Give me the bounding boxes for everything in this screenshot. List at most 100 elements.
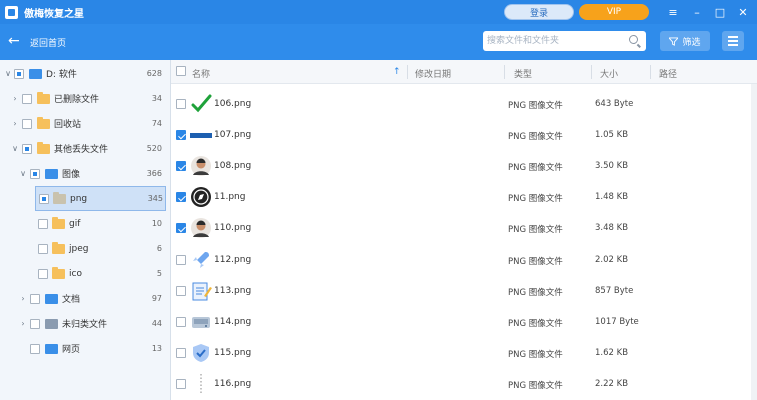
- folder-icon: [52, 216, 65, 229]
- table-row[interactable]: 106.png PNG 图像文件 643 Byte: [171, 89, 757, 120]
- sidebar-item-count: 44: [151, 319, 162, 328]
- file-size: 3.50 KB: [595, 161, 629, 172]
- row-checkbox[interactable]: [176, 378, 186, 389]
- file-name: 113.png: [214, 285, 252, 296]
- table-row[interactable]: 114.png PNG 图像文件 1017 Byte: [171, 307, 757, 338]
- sidebar-item-label: 其他丢失文件: [54, 145, 109, 155]
- checkbox[interactable]: [22, 93, 32, 104]
- sidebar-item-count: 520: [146, 144, 162, 153]
- checkbox[interactable]: [22, 118, 32, 129]
- column-header-name[interactable]: 名称: [192, 67, 210, 80]
- table-row[interactable]: 108.png PNG 图像文件 3.50 KB: [171, 151, 757, 182]
- close-icon[interactable]: ✕: [734, 3, 752, 21]
- sidebar-item-unclassified[interactable]: › 未归类文件 44: [0, 311, 170, 336]
- folder-icon: [37, 141, 50, 154]
- sidebar-item-other-lost[interactable]: ∨ 其他丢失文件 520: [0, 136, 170, 161]
- sidebar-item-ico[interactable]: ico 5: [0, 261, 170, 286]
- file-type: PNG 图像文件: [508, 287, 563, 298]
- back-to-home-link[interactable]: 返回首页: [30, 36, 66, 49]
- sidebar-item-webpages[interactable]: 网页 13: [0, 336, 170, 361]
- column-divider: [650, 65, 651, 79]
- select-all-checkbox[interactable]: [176, 66, 186, 76]
- checkbox[interactable]: [30, 343, 40, 354]
- table-row[interactable]: 113.png PNG 图像文件 857 Byte: [171, 276, 757, 307]
- column-header-type[interactable]: 类型: [514, 67, 532, 80]
- checkbox[interactable]: [22, 143, 32, 154]
- row-checkbox[interactable]: [176, 316, 186, 327]
- search-icon[interactable]: [629, 35, 638, 44]
- file-size: 857 Byte: [595, 285, 634, 296]
- chevron-right-icon[interactable]: ›: [19, 319, 27, 328]
- checkbox[interactable]: [14, 68, 24, 79]
- row-checkbox[interactable]: [176, 99, 186, 109]
- file-type: PNG 图像文件: [508, 132, 563, 143]
- chevron-right-icon[interactable]: ›: [11, 119, 19, 128]
- toolbar: ← 返回首页 筛选: [0, 24, 757, 60]
- chevron-right-icon[interactable]: ›: [19, 294, 27, 303]
- document-icon: [45, 293, 58, 304]
- file-size: 1.62 KB: [595, 347, 629, 358]
- green-check-icon: [190, 93, 212, 115]
- sidebar-item-label: gif: [69, 218, 81, 229]
- checkbox[interactable]: [38, 218, 48, 229]
- row-checkbox[interactable]: [176, 130, 186, 141]
- filter-icon: [669, 36, 679, 46]
- row-checkbox[interactable]: [176, 223, 186, 234]
- sidebar-item-images[interactable]: ∨ 图像 366: [0, 161, 170, 186]
- row-checkbox[interactable]: [176, 285, 186, 296]
- hamburger-menu-button[interactable]: [722, 31, 744, 51]
- row-checkbox[interactable]: [176, 254, 186, 265]
- folder-icon: [52, 266, 65, 279]
- checkbox[interactable]: [30, 293, 40, 304]
- table-header: 名称 ↑ 修改日期 类型 大小 路径: [171, 60, 757, 84]
- checkbox[interactable]: [30, 318, 40, 329]
- sidebar-item-count: 34: [151, 94, 162, 103]
- table-row[interactable]: 107.png PNG 图像文件 1.05 KB: [171, 120, 757, 151]
- chevron-down-icon[interactable]: ∨: [11, 144, 19, 153]
- sidebar-item-png[interactable]: png 345: [35, 186, 166, 211]
- sidebar-item-count: 366: [146, 169, 162, 178]
- table-row[interactable]: 112.png PNG 图像文件 2.02 KB: [171, 245, 757, 276]
- checkbox[interactable]: [39, 193, 49, 204]
- checkbox[interactable]: [38, 243, 48, 254]
- table-row[interactable]: 110.png PNG 图像文件 3.48 KB: [171, 213, 757, 244]
- sidebar-item-recycle-bin[interactable]: › 回收站 74: [0, 111, 170, 136]
- column-divider: [591, 65, 592, 79]
- table-row[interactable]: 11.png PNG 图像文件 1.48 KB: [171, 182, 757, 213]
- checkbox[interactable]: [30, 168, 40, 179]
- unclassified-icon: [45, 318, 58, 329]
- sidebar-item-drive[interactable]: ∨ D: 软件 628: [0, 61, 170, 86]
- sidebar-item-deleted[interactable]: › 已删除文件 34: [0, 86, 170, 111]
- sort-ascending-icon[interactable]: ↑: [393, 67, 401, 77]
- sidebar-item-jpeg[interactable]: jpeg 6: [0, 236, 170, 261]
- chevron-right-icon[interactable]: ›: [11, 94, 19, 103]
- sidebar-item-count: 74: [151, 119, 162, 128]
- file-type: PNG 图像文件: [508, 318, 563, 329]
- maximize-icon[interactable]: □: [711, 3, 729, 21]
- sidebar-item-gif[interactable]: gif 10: [0, 211, 170, 236]
- checkbox[interactable]: [38, 268, 48, 279]
- file-name: 108.png: [214, 161, 252, 172]
- row-checkbox[interactable]: [176, 192, 186, 203]
- chevron-down-icon[interactable]: ∨: [4, 69, 12, 78]
- row-checkbox[interactable]: [176, 347, 186, 358]
- vip-button[interactable]: VIP: [579, 4, 649, 20]
- minimize-icon[interactable]: –: [688, 3, 706, 21]
- chevron-down-icon[interactable]: ∨: [19, 169, 27, 178]
- column-header-path[interactable]: 路径: [659, 67, 677, 80]
- column-header-modified[interactable]: 修改日期: [415, 67, 451, 80]
- app-title: 傲梅恢复之星: [24, 8, 84, 20]
- table-row[interactable]: 116.png PNG 图像文件 2.22 KB: [171, 369, 757, 400]
- column-header-size[interactable]: 大小: [600, 67, 618, 80]
- dotted-line-icon: [190, 373, 212, 395]
- back-arrow-icon[interactable]: ←: [8, 33, 20, 49]
- vertical-scrollbar[interactable]: [751, 84, 757, 400]
- sidebar-item-documents[interactable]: › 文档 97: [0, 286, 170, 311]
- row-checkbox[interactable]: [176, 161, 186, 172]
- filter-button[interactable]: 筛选: [660, 31, 710, 51]
- login-button[interactable]: 登录: [504, 4, 574, 20]
- table-row[interactable]: 115.png PNG 图像文件 1.62 KB: [171, 338, 757, 369]
- menu-icon[interactable]: ≡: [664, 3, 682, 21]
- file-name: 114.png: [214, 316, 252, 327]
- search-input[interactable]: [487, 34, 622, 48]
